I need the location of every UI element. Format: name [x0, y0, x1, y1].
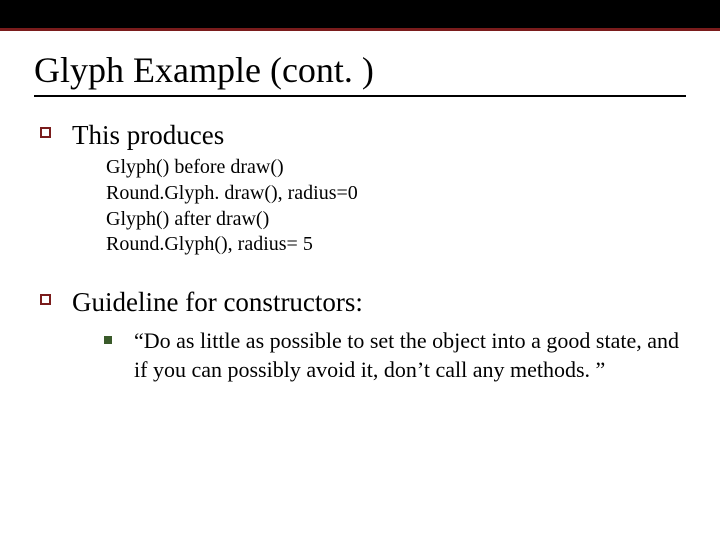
square-bullet-icon	[40, 127, 51, 138]
main-bullet-list: This produces Glyph() before draw() Roun…	[34, 119, 686, 384]
code-output-block: Glyph() before draw() Round.Glyph. draw(…	[106, 155, 686, 257]
solid-bullet-icon	[104, 336, 112, 344]
bullet-this-produces: This produces Glyph() before draw() Roun…	[34, 119, 686, 258]
code-line: Glyph() before draw()	[106, 155, 686, 181]
sub-bullet-text: “Do as little as possible to set the obj…	[134, 326, 686, 384]
slide-content: Glyph Example (cont. ) This produces Gly…	[0, 31, 720, 384]
slide-title: Glyph Example (cont. )	[34, 49, 686, 91]
sub-bullet-quote: “Do as little as possible to set the obj…	[104, 326, 686, 384]
title-underline	[34, 95, 686, 97]
sub-bullet-list: “Do as little as possible to set the obj…	[104, 326, 686, 384]
header-bar	[0, 0, 720, 31]
square-bullet-icon	[40, 294, 51, 305]
bullet-guideline: Guideline for constructors: “Do as littl…	[34, 286, 686, 384]
code-line: Round.Glyph(), radius= 5	[106, 232, 686, 258]
bullet-heading: This produces	[72, 119, 686, 151]
code-line: Round.Glyph. draw(), radius=0	[106, 181, 686, 207]
bullet-heading: Guideline for constructors:	[72, 286, 686, 318]
code-line: Glyph() after draw()	[106, 207, 686, 233]
